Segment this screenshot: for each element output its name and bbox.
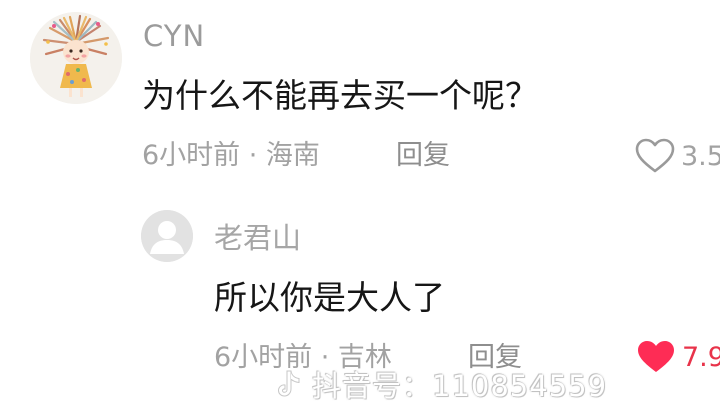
comment-text: 为什么不能再去买一个呢？ (142, 76, 538, 115)
reply-avatar[interactable] (141, 210, 193, 262)
reply-like-count: 7.9 (682, 341, 720, 373)
heart-outline-icon (635, 138, 675, 173)
heart-filled-icon (638, 341, 674, 372)
reply-button[interactable]: 回复 (396, 138, 450, 174)
reply-meta: 6小时前 · 吉林 (214, 342, 392, 373)
reply-like-button[interactable]: 7.9 (636, 338, 720, 376)
comment-username[interactable]: CYN (143, 18, 205, 54)
comment-section: CYN 为什么不能再去买一个呢？ 6小时前 · 海南 回复 3.5 老君山 所以… (0, 0, 720, 405)
default-user-avatar-icon (141, 210, 193, 262)
reply-username[interactable]: 老君山 (214, 219, 301, 257)
like-button[interactable]: 3.5 (634, 137, 720, 175)
cartoon-girl-avatar-icon (30, 12, 122, 104)
reply-text: 所以你是大人了 (214, 278, 445, 317)
avatar[interactable] (30, 12, 122, 104)
reply-reply-button[interactable]: 回复 (468, 340, 522, 376)
comment-meta: 6小时前 · 海南 (142, 140, 320, 171)
like-count: 3.5 (681, 140, 720, 172)
